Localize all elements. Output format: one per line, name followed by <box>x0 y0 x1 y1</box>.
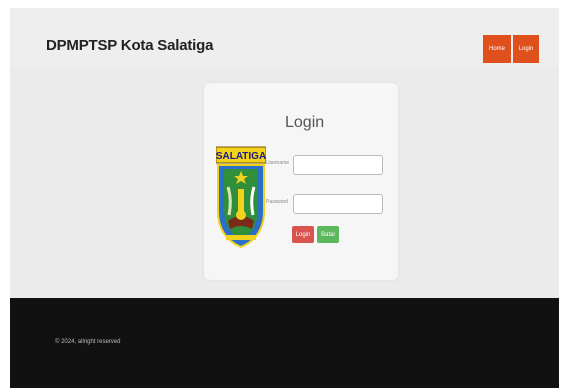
page: DPMPTSP Kota Salatiga Home Login Login S… <box>10 8 559 388</box>
password-field[interactable] <box>293 194 383 214</box>
brand-title[interactable]: DPMPTSP Kota Salatiga <box>46 37 213 54</box>
login-title: Login <box>285 114 325 131</box>
login-card: Login SALATIGA Username Password Login B… <box>204 83 398 280</box>
top-nav: Home Login <box>483 35 539 63</box>
cancel-button[interactable]: Batal <box>317 226 339 243</box>
salatiga-emblem-icon: SALATIGA <box>216 146 266 249</box>
header: DPMPTSP Kota Salatiga Home Login <box>10 8 559 66</box>
logo-text: SALATIGA <box>216 151 266 162</box>
nav-login-button[interactable]: Login <box>513 35 539 63</box>
password-label: Password <box>266 199 288 205</box>
login-button[interactable]: Login <box>292 226 314 243</box>
nav-home-button[interactable]: Home <box>483 35 511 63</box>
footer: © 2024, allright reserved <box>10 298 559 388</box>
copyright-text: © 2024, allright reserved <box>55 339 121 345</box>
username-field[interactable] <box>293 155 383 175</box>
username-label: Username <box>266 160 290 166</box>
